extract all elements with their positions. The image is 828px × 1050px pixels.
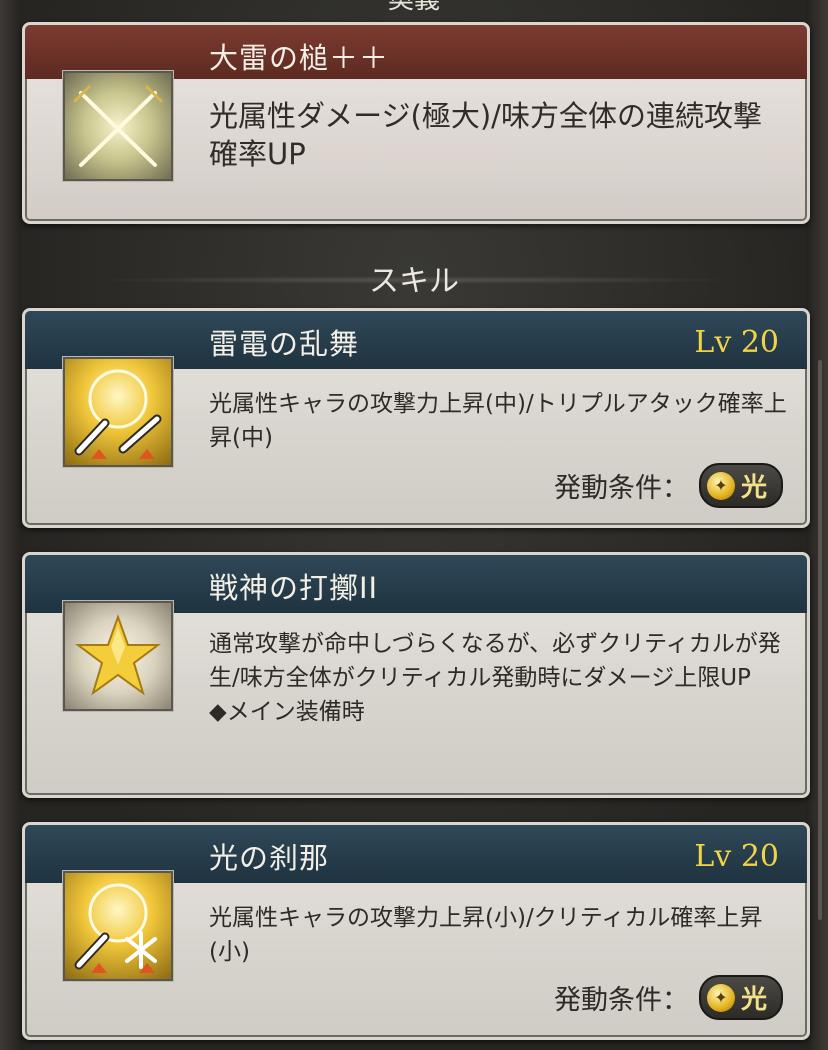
- skill-note-2: ◆メイン装備時: [209, 699, 365, 725]
- ougi-description: 光属性ダメージ(極大)/味方全体の連続攻撃確率UP: [209, 99, 762, 171]
- skill-title-3: 光の刹那: [209, 841, 330, 875]
- skill-card-2[interactable]: 戦神の打擲II 通常攻撃が命中しづらくなるが、必ずクリティカルが発生/味方全体が…: [22, 552, 810, 798]
- light-orb-icon: ✦: [706, 983, 735, 1012]
- scrollbar[interactable]: [818, 360, 822, 920]
- ougi-card[interactable]: 大雷の槌＋＋ 光属性ダメージ(極大)/味方全体の連続攻撃確率UP: [22, 22, 810, 224]
- star-icon: [63, 601, 173, 711]
- skill-title-2: 戦神の打擲II: [209, 571, 379, 605]
- skill-description-3: 光属性キャラの攻撃力上昇(小)/クリティカル確率上昇(小): [209, 905, 763, 965]
- skill-card-3[interactable]: 光の刹那 Lv 20 光属性キャラの攻撃力上昇(小)/クリティカル確率上昇(小)…: [22, 822, 810, 1040]
- light-element-badge-1: ✦ 光: [698, 463, 783, 508]
- left-frame: [0, 0, 22, 1050]
- skill-level-1: Lv 20: [694, 325, 779, 360]
- crossed-swords-icon: [63, 71, 173, 181]
- section-label-ougi: 奥義: [0, 0, 828, 14]
- condition-value-1: 光: [740, 473, 767, 503]
- skill-description-2-text: 通常攻撃が命中しづらくなるが、必ずクリティカルが発生/味方全体がクリティカル発動…: [209, 631, 781, 691]
- light-orb-icon: ✦: [706, 471, 735, 500]
- skill-level-3: Lv 20: [694, 839, 779, 874]
- light-attack-up-icon: [63, 357, 173, 467]
- condition-label-1: 発動条件：: [553, 473, 689, 504]
- condition-value-3: 光: [740, 985, 767, 1015]
- skill-title-1: 雷電の乱舞: [209, 327, 360, 361]
- activation-condition-1: 発動条件： ✦ 光: [554, 463, 783, 508]
- light-element-badge-3: ✦ 光: [698, 975, 783, 1020]
- skill-card-1[interactable]: 雷電の乱舞 Lv 20 光属性キャラの攻撃力上昇(中)/トリプルアタック確率上昇…: [22, 308, 810, 528]
- section-label-ougi-text: 奥義: [387, 0, 440, 15]
- skill-description-2: 通常攻撃が命中しづらくなるが、必ずクリティカルが発生/味方全体がクリティカル発動…: [209, 627, 787, 729]
- condition-label-3: 発動条件：: [553, 985, 689, 1016]
- ougi-title: 大雷の槌＋＋: [209, 41, 390, 75]
- section-label-skill: スキル: [0, 256, 828, 300]
- activation-condition-3: 発動条件： ✦ 光: [554, 975, 783, 1020]
- skill-description-1: 光属性キャラの攻撃力上昇(中)/トリプルアタック確率上昇(中): [209, 391, 787, 451]
- light-critical-up-icon: [63, 871, 173, 981]
- section-label-skill-text: スキル: [369, 264, 459, 299]
